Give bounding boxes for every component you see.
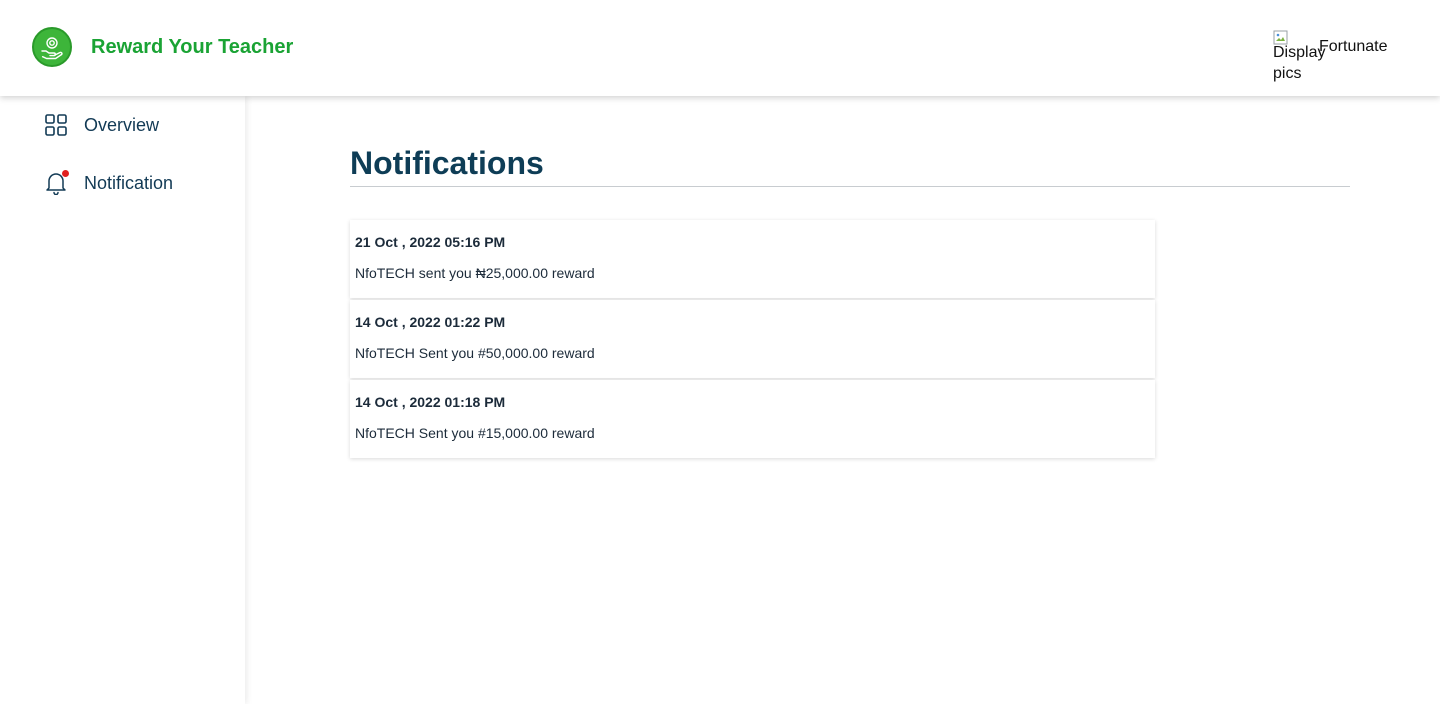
notification-date: 14 Oct , 2022 01:22 PM [355,314,506,330]
notification-list: 21 Oct , 2022 05:16 PM NfoTECH sent you … [350,220,1155,460]
notification-card[interactable]: 14 Oct , 2022 01:18 PM NfoTECH Sent you … [350,380,1155,458]
page-title: Notifications [350,145,544,181]
notification-message: NfoTECH sent you ₦25,000.00 reward [355,265,595,281]
unread-dot [62,170,69,177]
bell-icon [45,170,69,195]
sidebar-item-overview[interactable]: Overview [45,110,159,140]
user-name: Fortunate [1319,38,1388,55]
sidebar-item-label: Overview [84,114,160,135]
sidebar: Overview Notification [0,96,245,704]
user-profile[interactable]: Display pics Fortunate [1273,30,1387,82]
brand-link[interactable]: Reward Your Teacher [32,27,293,67]
notification-date: 14 Oct , 2022 01:18 PM [355,394,506,410]
title-divider [350,186,1350,187]
brand-name: Reward Your Teacher [91,35,294,58]
notification-card[interactable]: 14 Oct , 2022 01:22 PM NfoTECH Sent you … [350,300,1155,378]
sidebar-item-label: Notification [84,172,174,193]
sidebar-item-notification[interactable]: Notification [45,168,173,198]
grid-icon [45,113,67,137]
avatar[interactable]: Display pics [1273,30,1325,82]
notification-date: 21 Oct , 2022 05:16 PM [355,234,506,250]
main-content: Notifications 21 Oct , 2022 05:16 PM Nfo… [350,140,1350,458]
notification-message: NfoTECH Sent you #50,000.00 reward [355,345,595,361]
top-header: Reward Your Teacher Display pics Fortuna… [0,0,1440,96]
notification-card[interactable]: 21 Oct , 2022 05:16 PM NfoTECH sent you … [350,220,1155,298]
notification-message: NfoTECH Sent you #15,000.00 reward [355,425,595,441]
reward-hand-logo-icon [32,27,72,67]
